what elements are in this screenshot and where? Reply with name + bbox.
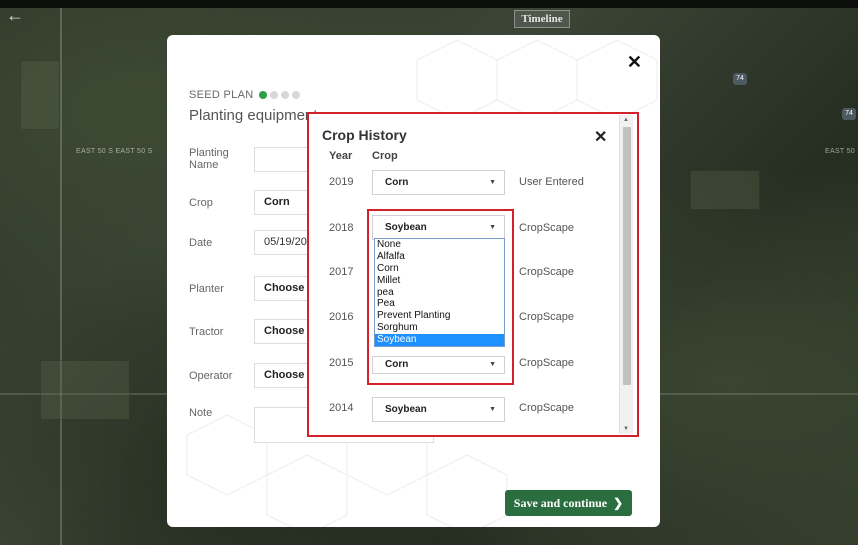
map-field [690, 170, 760, 210]
dropdown-option[interactable]: Millet [375, 275, 504, 287]
crop-history-panel: Crop History ✕ Year Crop 2019 Corn ▼ Use… [307, 112, 639, 437]
progress-dots [259, 91, 301, 99]
timeline-button[interactable]: Timeline [514, 10, 570, 28]
year-label: 2017 [329, 266, 354, 278]
planting-name-label: Planting Name [189, 147, 229, 171]
planter-label: Planter [189, 283, 224, 295]
map-field [20, 60, 60, 130]
year-label: 2018 [329, 222, 354, 234]
scroll-thumb[interactable] [623, 127, 631, 385]
dropdown-option[interactable]: Corn [375, 263, 504, 275]
source-label: CropScape [519, 357, 575, 369]
map-field [40, 360, 130, 420]
column-header-crop: Crop [372, 150, 398, 162]
source-label: CropScape [519, 311, 575, 323]
close-icon[interactable]: ✕ [594, 127, 607, 147]
dropdown-option-selected[interactable]: Soybean [375, 334, 504, 347]
road-label: EAST 50 [825, 148, 855, 155]
dropdown-option[interactable]: None [375, 239, 504, 251]
progress-dot [270, 91, 279, 99]
note-label: Note [189, 407, 213, 419]
route-badge: 74 [842, 108, 856, 120]
chevron-right-icon: ❯ [610, 496, 624, 510]
crop-history-select[interactable]: Soybean ▼ [372, 397, 505, 422]
map-top-strip [0, 0, 858, 8]
scrollbar[interactable]: ▲ ▼ [619, 115, 633, 434]
page-title: Planting equipment [189, 107, 318, 124]
dropdown-option[interactable]: Alfalfa [375, 251, 504, 263]
caret-down-icon: ▼ [489, 406, 496, 413]
progress-dot-active [259, 91, 268, 99]
year-label: 2014 [329, 402, 354, 414]
close-icon[interactable]: ✕ [627, 53, 642, 71]
crop-dropdown-list[interactable]: None Alfalfa Corn Millet pea Pea Prevent… [374, 238, 505, 348]
crop-history-value: Corn [385, 177, 409, 188]
back-arrow-icon[interactable]: ← [6, 6, 24, 24]
source-label: CropScape [519, 266, 575, 278]
source-label: CropScape [519, 222, 575, 234]
crop-history-title: Crop History [322, 127, 407, 143]
seed-plan-header: SEED PLAN [189, 89, 301, 101]
date-label: Date [189, 237, 213, 249]
crop-history-value: Soybean [385, 404, 427, 415]
tractor-label: Tractor [189, 326, 224, 338]
source-label: User Entered [519, 176, 584, 188]
dropdown-option[interactable]: Pea [375, 298, 504, 310]
seed-plan-label: SEED PLAN [189, 89, 254, 101]
scroll-down-icon[interactable]: ▼ [623, 426, 629, 432]
dropdown-option[interactable]: pea [375, 287, 504, 299]
save-continue-button[interactable]: Save and continue ❯ [505, 490, 632, 516]
dropdown-option[interactable]: Prevent Planting [375, 310, 504, 322]
crop-label: Crop [189, 197, 213, 209]
crop-history-select[interactable]: Corn ▼ [372, 170, 505, 195]
route-badge: 74 [733, 73, 747, 85]
year-label: 2016 [329, 311, 354, 323]
save-button-label: Save and continue [513, 496, 608, 510]
dropdown-option[interactable]: Sorghum [375, 322, 504, 334]
year-label: 2015 [329, 357, 354, 369]
scroll-up-icon[interactable]: ▲ [623, 117, 629, 123]
source-label: CropScape [519, 402, 575, 414]
year-label: 2019 [329, 176, 354, 188]
progress-dot [292, 91, 301, 99]
road-label: EAST 50 S EAST 50 S [76, 148, 153, 155]
operator-label: Operator [189, 370, 233, 382]
progress-dot [281, 91, 290, 99]
column-header-year: Year [329, 150, 353, 162]
caret-down-icon: ▼ [489, 179, 496, 186]
